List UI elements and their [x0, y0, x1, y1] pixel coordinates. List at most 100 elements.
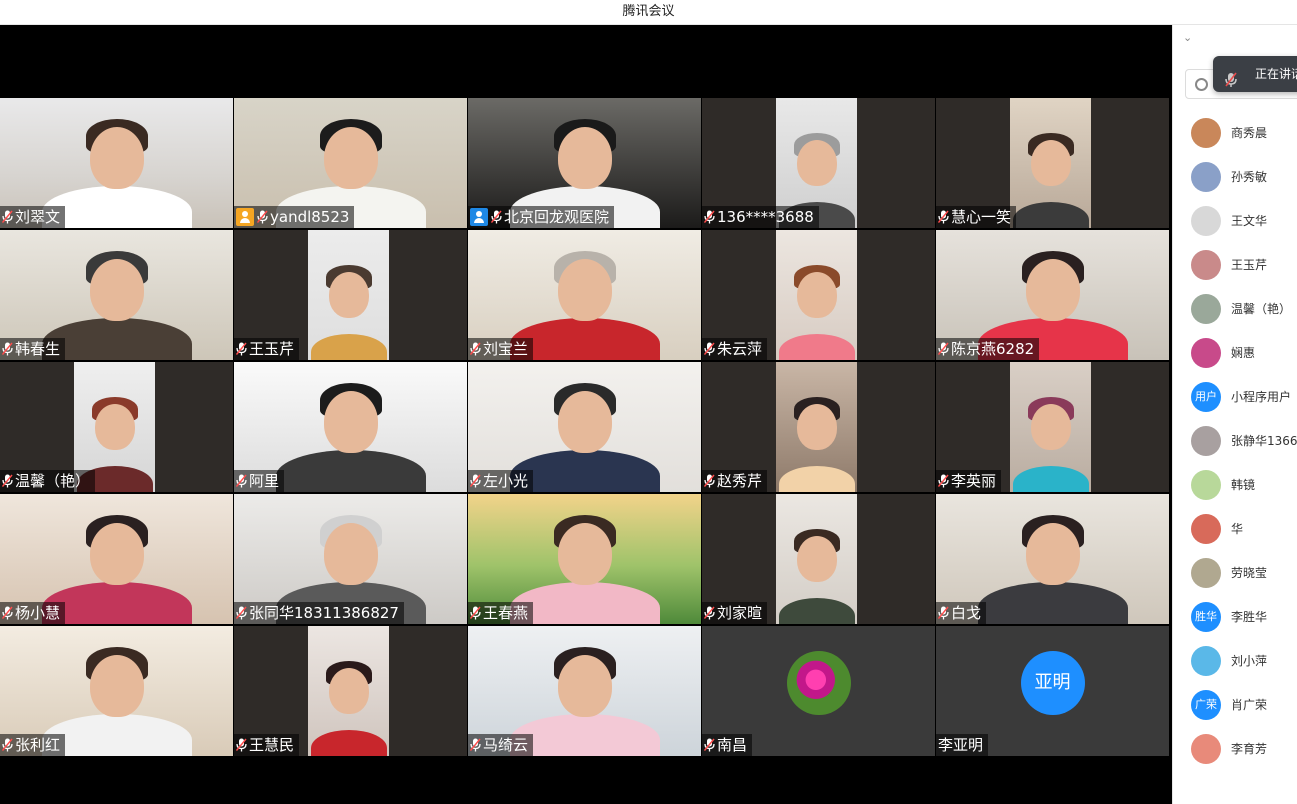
participant-list-name: 华	[1231, 522, 1244, 536]
participant-name: 王春燕	[483, 604, 529, 622]
video-tile[interactable]: 朱云萍	[702, 230, 935, 360]
participant-avatar	[1191, 514, 1221, 544]
participant-name-tag: 马绮云	[468, 734, 534, 756]
video-tile[interactable]: 左小光	[468, 362, 701, 492]
person-face	[557, 654, 612, 717]
participant-list-item[interactable]: 张静华1366	[1173, 419, 1297, 463]
participant-list-item[interactable]: 孙秀敏	[1173, 155, 1297, 199]
video-tile[interactable]: 白戈	[936, 494, 1169, 624]
video-tile[interactable]: 亚明 李亚明	[936, 626, 1169, 756]
video-tile[interactable]: yandl8523	[234, 98, 467, 228]
participant-name: 韩春生	[15, 340, 61, 358]
participant-list-item[interactable]: 用户 小程序用户	[1173, 375, 1297, 419]
participant-avatar	[1191, 470, 1221, 500]
participant-name-tag: 阿里	[234, 470, 285, 492]
participant-list-item[interactable]: 胜华 李胜华	[1173, 595, 1297, 639]
muted-mic-icon	[236, 474, 247, 488]
person-face	[328, 667, 369, 714]
participant-list-name: 劳晓莹	[1231, 566, 1268, 580]
participant-name: 王玉芹	[249, 340, 295, 358]
muted-mic-icon	[470, 342, 481, 356]
window-title: 腾讯会议	[0, 0, 1297, 25]
participant-avatar	[1191, 734, 1221, 764]
video-tile[interactable]: 张同华18311386827	[234, 494, 467, 624]
cohost-badge-icon	[470, 208, 488, 226]
participant-avatar	[1191, 118, 1221, 148]
participant-name-tag: 慧心一笑	[936, 206, 1017, 228]
person-body	[778, 598, 855, 624]
participant-list-item[interactable]: 李育芳	[1173, 727, 1297, 771]
muted-mic-icon	[704, 210, 715, 224]
participant-list-item[interactable]: 广荣 肖广荣	[1173, 683, 1297, 727]
muted-mic-icon	[2, 738, 13, 752]
muted-mic-icon	[938, 606, 949, 620]
video-tile[interactable]: 刘宝兰	[468, 230, 701, 360]
video-tile[interactable]: 北京回龙观医院	[468, 98, 701, 228]
video-feed	[1010, 362, 1091, 492]
video-feed	[1010, 98, 1091, 228]
participant-list-item[interactable]: 华	[1173, 507, 1297, 551]
participant-avatar	[1191, 558, 1221, 588]
person-face	[796, 535, 837, 582]
participant-avatar	[1191, 426, 1221, 456]
person-face	[1030, 403, 1071, 450]
participant-list-name: 肖广荣	[1231, 698, 1268, 712]
person-face	[557, 522, 612, 585]
video-stage: 刘翠文 yandl8523 北京回龙观医院 136****3688 慧心一笑韩春生 王玉芹…	[0, 25, 1172, 804]
participant-list-item[interactable]: 娴惠	[1173, 331, 1297, 375]
video-feed	[776, 494, 857, 624]
video-tile[interactable]: 张利红	[0, 626, 233, 756]
video-tile[interactable]: 南昌	[702, 626, 935, 756]
person-face	[557, 390, 612, 453]
person-body	[1012, 466, 1089, 492]
muted-mic-icon	[470, 474, 481, 488]
participant-list-item[interactable]: 王玉芹	[1173, 243, 1297, 287]
video-tile[interactable]: 136****3688	[702, 98, 935, 228]
participant-list-item[interactable]: 劳晓莹	[1173, 551, 1297, 595]
person-body	[1012, 202, 1089, 228]
video-tile[interactable]: 王春燕	[468, 494, 701, 624]
muted-mic-icon	[938, 474, 949, 488]
muted-mic-icon	[704, 738, 715, 752]
participant-list-item[interactable]: 王文华	[1173, 199, 1297, 243]
participant-list-item[interactable]: 韩镜	[1173, 463, 1297, 507]
muted-mic-icon	[257, 210, 268, 224]
video-tile[interactable]: 韩春生	[0, 230, 233, 360]
video-tile[interactable]: 杨小慧	[0, 494, 233, 624]
participant-list-item[interactable]: 温馨（艳）	[1173, 287, 1297, 331]
participant-name-tag: 刘家暄	[702, 602, 768, 624]
person-face	[323, 390, 378, 453]
participant-list-name: 商秀晨	[1231, 126, 1268, 140]
participant-name: 张同华18311386827	[249, 604, 399, 622]
video-tile[interactable]: 赵秀芹	[702, 362, 935, 492]
video-tile[interactable]: 慧心一笑	[936, 98, 1169, 228]
participant-avatar	[1191, 294, 1221, 324]
video-tile[interactable]: 刘翠文	[0, 98, 233, 228]
participant-list-item[interactable]: 刘小萍	[1173, 639, 1297, 683]
video-tile[interactable]: 刘家暄	[702, 494, 935, 624]
video-tile[interactable]: 陈京燕6282	[936, 230, 1169, 360]
video-tile[interactable]: 阿里	[234, 362, 467, 492]
video-tile[interactable]: 马绮云	[468, 626, 701, 756]
video-tile[interactable]: 王玉芹	[234, 230, 467, 360]
participant-avatar: 广荣	[1191, 690, 1221, 720]
speaking-label: 正在讲话	[1255, 67, 1297, 81]
participant-name-tag: yandl8523	[234, 206, 355, 228]
person-face	[1030, 139, 1071, 186]
participant-name: 李英丽	[951, 472, 997, 490]
participant-avatar	[1191, 646, 1221, 676]
participant-list-item[interactable]: 商秀晨	[1173, 111, 1297, 155]
video-feed	[308, 626, 389, 756]
video-tile[interactable]: 温馨（艳）	[0, 362, 233, 492]
video-tile[interactable]: 王慧民	[234, 626, 467, 756]
muted-mic-icon	[704, 606, 715, 620]
participant-name: 马绮云	[483, 736, 529, 754]
video-tile[interactable]: 李英丽	[936, 362, 1169, 492]
collapse-chevron-icon[interactable]: ⌄	[1183, 31, 1192, 44]
flower-icon	[786, 651, 851, 715]
participant-name-tag: 赵秀芹	[702, 470, 768, 492]
person-face	[89, 258, 144, 321]
participant-name: 王慧民	[249, 736, 295, 754]
participant-name-tag: 李英丽	[936, 470, 1002, 492]
person-body	[310, 730, 387, 756]
